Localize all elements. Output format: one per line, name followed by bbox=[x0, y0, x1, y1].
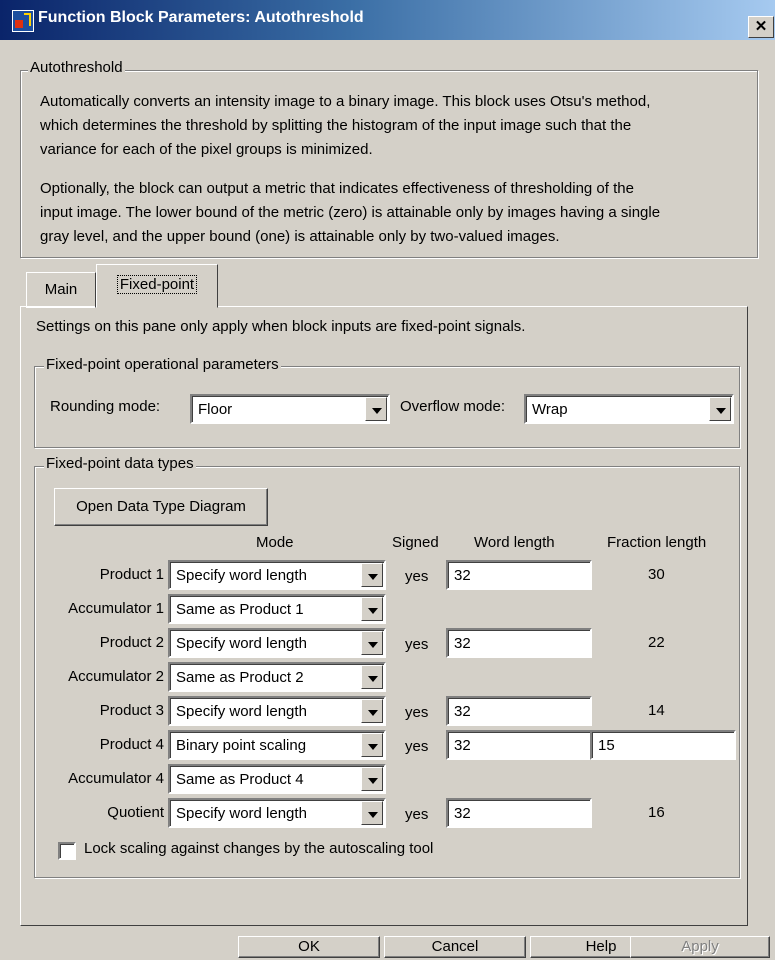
chevron-down-icon[interactable] bbox=[361, 733, 383, 757]
signed-value: yes bbox=[405, 636, 429, 653]
mode-value: Same as Product 2 bbox=[176, 669, 304, 686]
fraction-length-value: 22 bbox=[648, 634, 665, 651]
op-params-legend: Fixed-point operational parameters bbox=[44, 356, 281, 373]
chevron-down-icon[interactable] bbox=[361, 597, 383, 621]
ok-button[interactable]: OK bbox=[238, 936, 380, 958]
window-title: Function Block Parameters: Autothreshold bbox=[38, 9, 364, 26]
mode-value: Specify word length bbox=[176, 703, 307, 720]
description-group-legend: Autothreshold bbox=[28, 59, 125, 76]
header-fraction-length: Fraction length bbox=[607, 534, 707, 551]
lock-scaling-label: Lock scaling against changes by the auto… bbox=[84, 840, 434, 857]
fraction-length-value: 30 bbox=[648, 566, 665, 583]
mode-select-quotient[interactable]: Specify word length bbox=[168, 798, 386, 828]
chevron-down-icon[interactable] bbox=[365, 397, 387, 421]
rounding-mode-select[interactable]: Floor bbox=[190, 394, 390, 424]
chevron-down-icon[interactable] bbox=[709, 397, 731, 421]
signed-value: yes bbox=[405, 738, 429, 755]
header-mode: Mode bbox=[256, 534, 294, 551]
signed-value: yes bbox=[405, 704, 429, 721]
mode-value: Binary point scaling bbox=[176, 737, 307, 754]
mode-select-product-1[interactable]: Specify word length bbox=[168, 560, 386, 590]
row-label-product-1: Product 1 bbox=[99, 566, 164, 583]
mode-select-product-2[interactable]: Specify word length bbox=[168, 628, 386, 658]
chevron-down-icon[interactable] bbox=[361, 801, 383, 825]
rounding-mode-label: Rounding mode: bbox=[50, 398, 161, 415]
apply-button[interactable]: Apply bbox=[630, 936, 770, 958]
open-data-type-diagram-button[interactable]: Open Data Type Diagram bbox=[54, 488, 268, 526]
panel-note: Settings on this pane only apply when bl… bbox=[36, 318, 526, 335]
word-length-input-product-4[interactable]: 32 bbox=[446, 730, 592, 760]
description-line: Automatically converts an intensity imag… bbox=[40, 93, 651, 110]
fraction-length-value: 16 bbox=[648, 804, 665, 821]
chevron-down-icon[interactable] bbox=[361, 767, 383, 791]
mode-select-accumulator-2[interactable]: Same as Product 2 bbox=[168, 662, 386, 692]
mode-select-accumulator-1[interactable]: Same as Product 1 bbox=[168, 594, 386, 624]
tab-fixed-point[interactable]: Fixed-point bbox=[96, 264, 218, 308]
row-label-accumulator-4: Accumulator 4 bbox=[68, 770, 164, 787]
mode-value: Same as Product 4 bbox=[176, 771, 304, 788]
title-bar[interactable]: Function Block Parameters: Autothreshold bbox=[0, 0, 775, 40]
lock-scaling-checkbox[interactable] bbox=[58, 842, 76, 860]
signed-value: yes bbox=[405, 568, 429, 585]
tab-main[interactable]: Main bbox=[26, 272, 96, 308]
mode-value: Specify word length bbox=[176, 635, 307, 652]
row-label-product-3: Product 3 bbox=[99, 702, 164, 719]
word-length-value: 32 bbox=[454, 805, 471, 822]
description-line: variance for each of the pixel groups is… bbox=[40, 141, 373, 158]
word-length-input-quotient[interactable]: 32 bbox=[446, 798, 592, 828]
row-label-accumulator-1: Accumulator 1 bbox=[68, 600, 164, 617]
mode-value: Specify word length bbox=[176, 805, 307, 822]
chevron-down-icon[interactable] bbox=[361, 665, 383, 689]
fraction-length-value: 15 bbox=[598, 737, 615, 754]
word-length-input-product-3[interactable]: 32 bbox=[446, 696, 592, 726]
tab-fixed-point-label: Fixed-point bbox=[116, 275, 198, 294]
fraction-length-value: 14 bbox=[648, 702, 665, 719]
data-types-legend: Fixed-point data types bbox=[44, 455, 196, 472]
header-word-length: Word length bbox=[474, 534, 555, 551]
description-line: Optionally, the block can output a metri… bbox=[40, 180, 634, 197]
word-length-value: 32 bbox=[454, 703, 471, 720]
row-label-quotient: Quotient bbox=[107, 804, 164, 821]
chevron-down-icon[interactable] bbox=[361, 563, 383, 587]
fraction-length-input-product-4[interactable]: 15 bbox=[590, 730, 736, 760]
overflow-mode-label: Overflow mode: bbox=[400, 398, 506, 415]
word-length-input-product-2[interactable]: 32 bbox=[446, 628, 592, 658]
description-line: gray level, and the upper bound (one) is… bbox=[40, 228, 560, 245]
mode-value: Specify word length bbox=[176, 567, 307, 584]
overflow-mode-select[interactable]: Wrap bbox=[524, 394, 734, 424]
cancel-button[interactable]: Cancel bbox=[384, 936, 526, 958]
word-length-value: 32 bbox=[454, 737, 471, 754]
rounding-mode-value: Floor bbox=[198, 401, 233, 418]
word-length-input-product-1[interactable]: 32 bbox=[446, 560, 592, 590]
mode-select-product-3[interactable]: Specify word length bbox=[168, 696, 386, 726]
row-label-product-2: Product 2 bbox=[99, 634, 164, 651]
close-button[interactable]: ✕ bbox=[748, 16, 774, 38]
mode-value: Same as Product 1 bbox=[176, 601, 304, 618]
description-line: input image. The lower bound of the metr… bbox=[40, 204, 661, 221]
mode-select-accumulator-4[interactable]: Same as Product 4 bbox=[168, 764, 386, 794]
word-length-value: 32 bbox=[454, 567, 471, 584]
header-signed: Signed bbox=[392, 534, 439, 551]
row-label-product-4: Product 4 bbox=[99, 736, 164, 753]
simulink-block-icon bbox=[12, 10, 34, 32]
overflow-mode-value: Wrap bbox=[532, 401, 568, 418]
mode-select-product-4[interactable]: Binary point scaling bbox=[168, 730, 386, 760]
chevron-down-icon[interactable] bbox=[361, 699, 383, 723]
description-line: which determines the threshold by splitt… bbox=[40, 117, 632, 134]
word-length-value: 32 bbox=[454, 635, 471, 652]
signed-value: yes bbox=[405, 806, 429, 823]
row-label-accumulator-2: Accumulator 2 bbox=[68, 668, 164, 685]
chevron-down-icon[interactable] bbox=[361, 631, 383, 655]
